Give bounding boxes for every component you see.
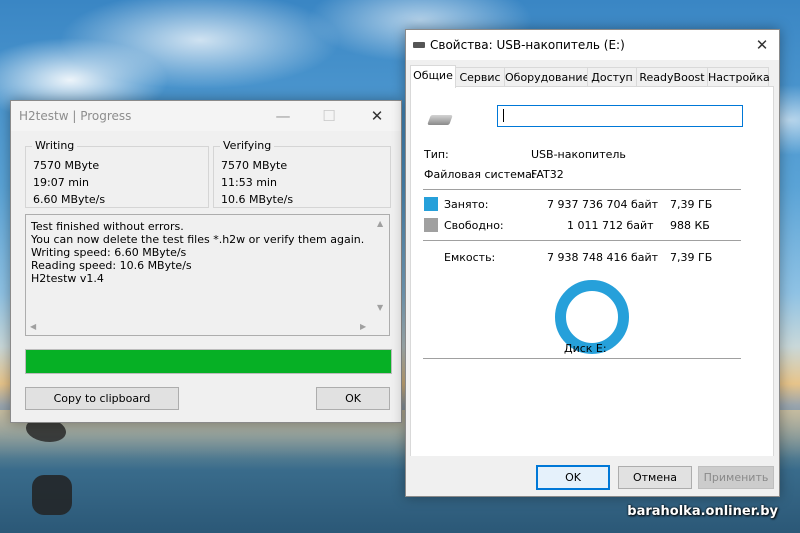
close-icon[interactable]: ✕ <box>740 30 784 60</box>
cancel-button[interactable]: Отмена <box>618 466 692 489</box>
h2testw-titlebar[interactable]: H2testw | Progress — ☐ ✕ <box>11 101 401 131</box>
scroll-down-icon[interactable]: ▼ <box>377 303 383 312</box>
writing-time: 19:07 min <box>33 176 89 189</box>
divider <box>423 240 741 241</box>
progress-bar-fill <box>26 350 391 373</box>
window-title: Свойства: USB-накопитель (E:) <box>430 38 625 52</box>
writing-speed: 6.60 MByte/s <box>33 193 106 206</box>
free-space-swatch <box>424 218 438 232</box>
text-caret <box>503 109 504 122</box>
capacity-size: 7,39 ГБ <box>670 251 713 264</box>
log-line: Reading speed: 10.6 MByte/s <box>31 259 192 272</box>
type-value: USB-накопитель <box>531 148 626 161</box>
drive-name-input[interactable] <box>497 105 743 127</box>
copy-to-clipboard-button[interactable]: Copy to clipboard <box>25 387 179 410</box>
ok-button[interactable]: OK <box>536 465 610 490</box>
verifying-group-title: Verifying <box>220 139 275 152</box>
h2testw-window: H2testw | Progress — ☐ ✕ Writing 7570 MB… <box>10 100 402 423</box>
filesystem-value: FAT32 <box>531 168 564 181</box>
divider <box>423 189 741 190</box>
type-label: Тип: <box>424 148 449 161</box>
verifying-size: 7570 MByte <box>221 159 288 172</box>
filesystem-label: Файловая система: <box>424 168 536 181</box>
properties-titlebar[interactable]: Свойства: USB-накопитель (E:) ✕ <box>406 30 779 60</box>
disk-label: Диск E: <box>564 342 607 355</box>
close-icon[interactable]: ✕ <box>355 101 399 131</box>
tab-sharing[interactable]: Доступ <box>587 67 637 87</box>
capacity-label: Емкость: <box>444 251 496 264</box>
general-tab-panel: Тип: USB-накопитель Файловая система: FA… <box>410 86 774 458</box>
log-line: Test finished without errors. <box>31 220 184 233</box>
verifying-speed: 10.6 MByte/s <box>221 193 294 206</box>
divider <box>423 358 741 359</box>
minimize-icon[interactable]: — <box>261 101 305 131</box>
dialog-footer: OK Отмена Применить <box>406 456 779 496</box>
scroll-right-icon[interactable]: ▶ <box>360 322 366 331</box>
used-space-swatch <box>424 197 438 211</box>
writing-group-title: Writing <box>32 139 78 152</box>
used-size: 7,39 ГБ <box>670 198 713 211</box>
writing-group: Writing 7570 MByte 19:07 min 6.60 MByte/… <box>25 139 209 208</box>
vertical-scrollbar[interactable]: ▲ ▼ <box>373 215 389 318</box>
usb-drive-icon <box>413 42 425 48</box>
log-line: You can now delete the test files *.h2w … <box>31 233 365 246</box>
scroll-up-icon[interactable]: ▲ <box>377 219 383 228</box>
free-label: Свободно: <box>444 219 504 232</box>
tab-readyboost[interactable]: ReadyBoost <box>636 67 708 87</box>
progress-bar <box>25 349 392 374</box>
verifying-group: Verifying 7570 MByte 11:53 min 10.6 MByt… <box>213 139 391 208</box>
usb-drive-icon <box>427 115 453 125</box>
tab-customize[interactable]: Настройка <box>707 67 770 87</box>
scroll-left-icon[interactable]: ◀ <box>30 322 36 331</box>
window-title: H2testw | Progress <box>19 109 132 123</box>
site-watermark: baraholka.onliner.by <box>627 504 778 519</box>
tab-hardware[interactable]: Оборудование <box>504 67 589 87</box>
capacity-bytes: 7 938 748 416 байт <box>547 251 659 264</box>
verifying-time: 11:53 min <box>221 176 277 189</box>
log-textbox[interactable]: Test finished without errors. You can no… <box>25 214 390 336</box>
drive-properties-window: Свойства: USB-накопитель (E:) ✕ Общие Се… <box>405 29 780 497</box>
free-bytes: 1 011 712 байт <box>567 219 654 232</box>
free-size: 988 КБ <box>670 219 710 232</box>
tab-general[interactable]: Общие <box>410 65 456 88</box>
wallpaper-figure <box>32 475 72 515</box>
horizontal-scrollbar[interactable]: ◀ ▶ <box>26 319 373 335</box>
used-label: Занято: <box>444 198 489 211</box>
log-line: Writing speed: 6.60 MByte/s <box>31 246 187 259</box>
writing-size: 7570 MByte <box>33 159 100 172</box>
maximize-icon[interactable]: ☐ <box>307 101 351 131</box>
log-line: H2testw v1.4 <box>31 272 104 285</box>
tab-service[interactable]: Сервис <box>455 67 505 87</box>
apply-button[interactable]: Применить <box>698 466 774 489</box>
used-bytes: 7 937 736 704 байт <box>547 198 659 211</box>
ok-button[interactable]: OK <box>316 387 390 410</box>
